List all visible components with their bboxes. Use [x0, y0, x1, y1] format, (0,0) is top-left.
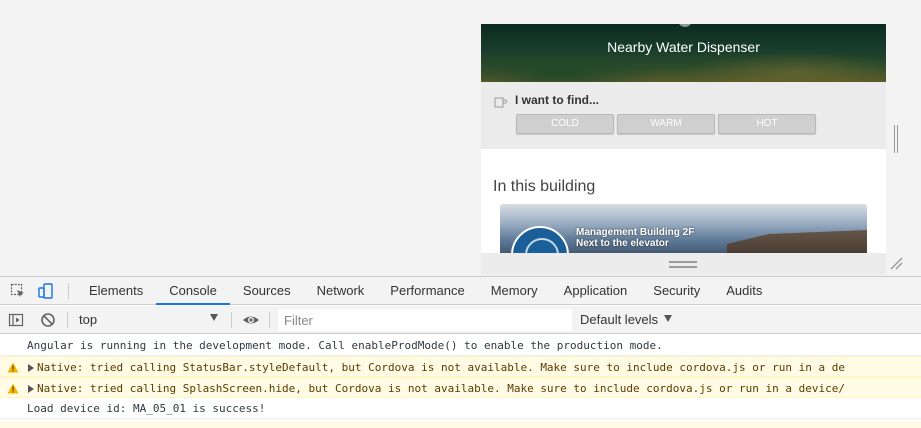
chevron-down-icon: [210, 314, 218, 321]
warm-button[interactable]: WARM: [617, 114, 715, 134]
log-message: Angular is running in the development mo…: [27, 339, 663, 352]
viewport-scrollbar[interactable]: [894, 125, 898, 153]
hero-banner: Nearby Water Dispenser: [481, 24, 886, 82]
hero-decoration: [678, 24, 692, 27]
finder-label: I want to find...: [515, 93, 599, 107]
finder-panel: I want to find... COLD WARM HOT: [481, 82, 886, 149]
temperature-filter: COLD WARM HOT: [516, 114, 816, 134]
tab-audits[interactable]: Audits: [713, 277, 775, 305]
log-message: Native: tried calling StatusBar.styleDef…: [37, 361, 845, 374]
hero-title: Nearby Water Dispenser: [607, 39, 760, 55]
expand-arrow-icon[interactable]: [28, 364, 34, 372]
card-detail: Next to the elevator: [576, 238, 669, 249]
tab-network[interactable]: Network: [304, 277, 378, 305]
toolbar-separator: [231, 312, 232, 328]
log-message: Load device id: MA_05_01 is success!: [27, 402, 266, 415]
devtools-panel: Elements Console Sources Network Perform…: [0, 276, 921, 428]
toolbar-separator: [68, 283, 69, 299]
clear-console-icon[interactable]: [40, 312, 56, 328]
console-output: Angular is running in the development mo…: [0, 335, 921, 428]
browser-window: Nearby Water Dispenser I want to find...…: [0, 0, 921, 428]
devtools-tabs: Elements Console Sources Network Perform…: [76, 277, 775, 305]
warning-icon: [7, 362, 19, 373]
hot-button[interactable]: HOT: [718, 114, 816, 134]
warning-icon: [7, 383, 19, 394]
tab-sources[interactable]: Sources: [230, 277, 304, 305]
tab-security[interactable]: Security: [640, 277, 713, 305]
log-entry-warning-partial: [0, 421, 921, 428]
sidebar-toggle-icon[interactable]: [8, 312, 24, 328]
console-toolbar: top Default levels: [0, 306, 921, 334]
log-message: Native: tried calling SplashScreen.hide,…: [37, 382, 845, 395]
inspect-element-icon[interactable]: [10, 283, 26, 299]
card-location: Management Building 2F: [576, 227, 695, 238]
tab-console[interactable]: Console: [156, 277, 230, 305]
log-entry-warning[interactable]: Native: tried calling SplashScreen.hide,…: [0, 377, 921, 398]
tab-memory[interactable]: Memory: [478, 277, 551, 305]
context-select[interactable]: top: [74, 309, 224, 331]
toolbar-separator: [67, 312, 68, 328]
log-entry: Angular is running in the development mo…: [0, 335, 921, 356]
cup-icon: [494, 97, 507, 108]
toolbar-separator: [269, 312, 270, 328]
tab-performance[interactable]: Performance: [377, 277, 477, 305]
device-viewport-area: Nearby Water Dispenser I want to find...…: [0, 0, 921, 276]
tab-elements[interactable]: Elements: [76, 277, 156, 305]
tab-application[interactable]: Application: [551, 277, 641, 305]
eye-icon[interactable]: [242, 312, 260, 328]
devtools-tabbar: Elements Console Sources Network Perform…: [0, 277, 921, 305]
log-entry-warning[interactable]: Native: tried calling StatusBar.styleDef…: [0, 356, 921, 377]
device-toolbar-icon[interactable]: [38, 283, 54, 299]
section-title: In this building: [493, 178, 596, 195]
drag-handle-icon[interactable]: [669, 261, 697, 268]
log-levels-select[interactable]: Default levels: [580, 309, 658, 331]
chevron-down-icon: [664, 315, 672, 322]
cold-button[interactable]: COLD: [516, 114, 614, 134]
water-drop-icon: [511, 226, 569, 253]
filter-input[interactable]: [278, 309, 572, 331]
dispenser-card[interactable]: Management Building 2F Next to the eleva…: [500, 204, 867, 253]
log-entry: Load device id: MA_05_01 is success!: [0, 398, 921, 419]
mobile-app-screen[interactable]: Nearby Water Dispenser I want to find...…: [481, 24, 886, 253]
expand-arrow-icon[interactable]: [28, 385, 34, 393]
resize-corner-icon[interactable]: [889, 256, 903, 270]
